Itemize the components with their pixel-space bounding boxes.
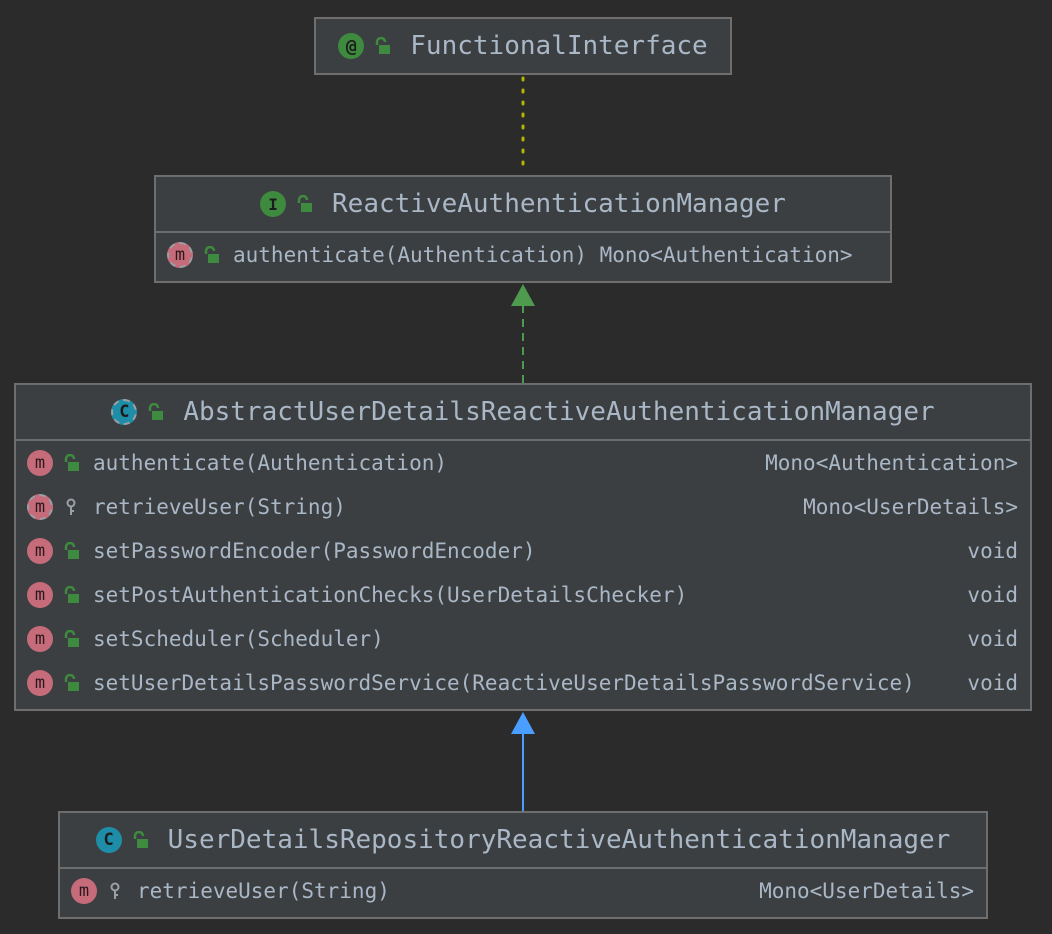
node-header: I ReactiveAuthenticationManager: [156, 177, 890, 233]
unlock-icon: [149, 403, 164, 420]
unlock-icon: [64, 586, 79, 603]
method-signature: setScheduler(Scheduler): [93, 627, 384, 651]
abstract-method-icon: m: [27, 494, 53, 520]
method-row[interactable]: m authenticate(Authentication) Mono<Auth…: [27, 441, 1030, 485]
method-return-type: void: [967, 671, 1018, 695]
functional-interface-node[interactable]: @ FunctionalInterface: [314, 17, 732, 75]
method-icon: m: [27, 626, 53, 652]
extends-arrowhead: [511, 712, 535, 734]
method-signature: retrieveUser(String): [137, 879, 390, 903]
method-return-type: void: [967, 539, 1018, 563]
implements-arrowhead: [511, 284, 535, 306]
class-icon: C: [95, 827, 122, 853]
annotation-icon: @: [338, 33, 365, 59]
method-signature: authenticate(Authentication): [93, 451, 448, 475]
unlock-icon: [64, 454, 79, 471]
method-return-type: Mono<UserDetails>: [803, 495, 1018, 519]
node-title: ReactiveAuthenticationManager: [332, 189, 786, 219]
method-signature: authenticate(Authentication) Mono<Authen…: [233, 243, 853, 267]
key-icon: [110, 882, 120, 899]
method-icon: m: [27, 670, 53, 696]
abstract-class-icon: C: [111, 399, 138, 425]
node-title: UserDetailsRepositoryReactiveAuthenticat…: [167, 825, 951, 855]
method-return-type: void: [967, 627, 1018, 651]
unlock-icon: [64, 542, 79, 559]
node-header: C UserDetailsRepositoryReactiveAuthentic…: [60, 813, 986, 869]
key-icon: [66, 498, 76, 515]
unlock-icon: [204, 246, 219, 263]
method-row[interactable]: m setPostAuthenticationChecks(UserDetail…: [27, 573, 1030, 617]
abstract-method-icon: m: [167, 242, 193, 268]
method-icon: m: [71, 878, 97, 904]
method-signature: setPasswordEncoder(PasswordEncoder): [93, 539, 536, 563]
unlock-icon: [133, 831, 148, 848]
unlock-icon: [64, 674, 79, 691]
abstract-user-details-manager-node[interactable]: C AbstractUserDetailsReactiveAuthenticat…: [14, 383, 1032, 711]
unlock-icon: [376, 37, 391, 54]
unlock-icon: [297, 195, 313, 212]
interface-icon: I: [260, 191, 287, 217]
user-details-repository-manager-node[interactable]: C UserDetailsRepositoryReactiveAuthentic…: [58, 811, 988, 919]
method-row[interactable]: m setPasswordEncoder(PasswordEncoder) vo…: [27, 529, 1030, 573]
method-signature: retrieveUser(String): [93, 495, 346, 519]
method-row[interactable]: m setScheduler(Scheduler) void: [27, 617, 1030, 661]
method-icon: m: [27, 582, 53, 608]
node-header: @ FunctionalInterface: [316, 19, 730, 73]
method-signature: setUserDetailsPasswordService(ReactiveUs…: [93, 671, 915, 695]
node-title: FunctionalInterface: [410, 31, 708, 61]
node-title: AbstractUserDetailsReactiveAuthenticatio…: [183, 397, 935, 427]
method-row[interactable]: m retrieveUser(String) Mono<UserDetails>: [27, 485, 1030, 529]
unlock-icon: [64, 630, 79, 647]
reactive-authentication-manager-node[interactable]: I ReactiveAuthenticationManager m authen…: [154, 175, 892, 283]
method-signature: setPostAuthenticationChecks(UserDetailsC…: [93, 583, 688, 607]
node-header: C AbstractUserDetailsReactiveAuthenticat…: [16, 385, 1030, 441]
method-row[interactable]: m retrieveUser(String) Mono<UserDetails>: [60, 869, 986, 913]
method-row[interactable]: m setUserDetailsPasswordService(Reactive…: [27, 661, 1030, 705]
method-return-type: void: [967, 583, 1018, 607]
method-return-type: Mono<Authentication>: [765, 451, 1018, 475]
method-icon: m: [27, 538, 53, 564]
method-icon: m: [27, 450, 53, 476]
method-return-type: Mono<UserDetails>: [759, 879, 974, 903]
method-row[interactable]: m authenticate(Authentication) Mono<Auth…: [156, 233, 890, 277]
